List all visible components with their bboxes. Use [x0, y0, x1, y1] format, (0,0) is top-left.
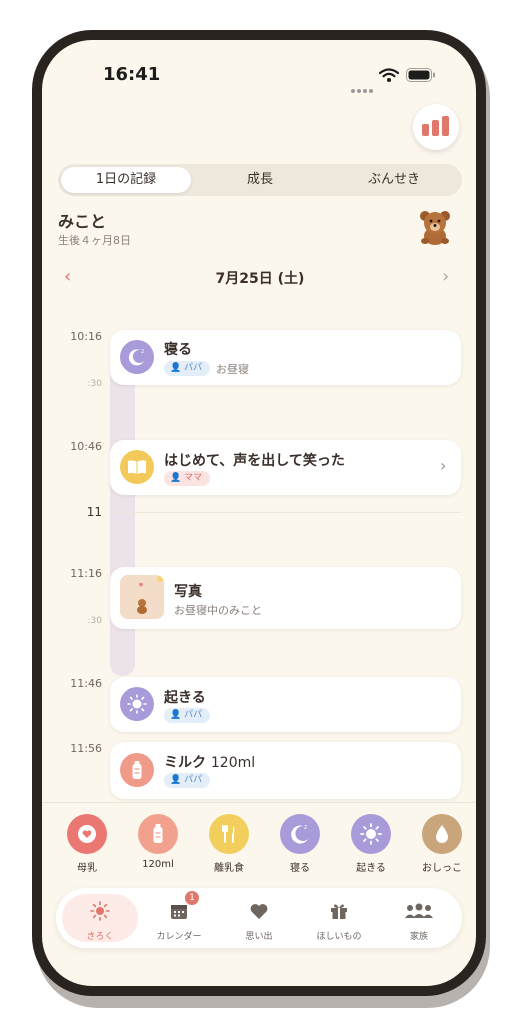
entry-title: 起きる — [164, 690, 206, 706]
tab-memories[interactable]: 思い出 — [223, 894, 295, 942]
quick-pee-button[interactable]: おしっこ — [412, 814, 472, 874]
svg-text:z: z — [304, 824, 307, 831]
segmented-control: 1日の記録 成長 ぶんせき — [58, 164, 462, 196]
timeline-entry-wake[interactable]: 起きる 👤 パパ — [110, 677, 461, 732]
stats-button[interactable] — [413, 104, 459, 150]
bear-avatar[interactable] — [416, 208, 454, 246]
person-icon: 👤 — [170, 473, 185, 483]
tag-papa: 👤 パパ — [164, 708, 211, 723]
quick-action-label: おしっこ — [422, 863, 462, 874]
person-icon: 👤 — [170, 710, 185, 720]
entry-title: はじめて、声を出して笑った — [164, 453, 345, 469]
tab-daily-log[interactable]: 1日の記録 — [61, 167, 191, 193]
heart-icon — [250, 904, 268, 919]
baby-name: みこと — [58, 212, 107, 231]
quick-action-label: 寝る — [290, 863, 310, 874]
heart-icon — [67, 814, 107, 854]
fork-knife-icon — [209, 814, 249, 854]
tab-label: ほしいもの — [316, 932, 362, 942]
timeline-entry-sleep[interactable]: z 寝る 👤 パパ お昼寝 — [110, 330, 461, 385]
quick-sleep-button[interactable]: z 寝る — [270, 814, 330, 874]
quick-actions-divider — [42, 802, 476, 803]
status-time: 16:41 — [103, 64, 161, 85]
quick-wake-button[interactable]: 起きる — [341, 814, 401, 874]
entry-title: ミルク 120ml — [164, 752, 255, 772]
time-label: :30 — [87, 616, 102, 626]
cellular-signal-icon — [351, 78, 375, 97]
bottom-tab-bar: きろく 1 カレンダー 思い出 ほしいもの 家族 — [56, 888, 462, 948]
quick-breastmilk-button[interactable]: 母乳 — [57, 814, 117, 874]
photo-thumbnail[interactable] — [120, 575, 164, 619]
time-label: :30 — [87, 379, 102, 389]
time-label: 10:46 — [70, 440, 102, 453]
quick-action-label: 120ml — [142, 859, 174, 870]
svg-text:z: z — [141, 348, 144, 355]
quick-baby-food-button[interactable]: 離乳食 — [199, 814, 259, 874]
prev-day-button[interactable]: ‹ — [64, 266, 71, 287]
timeline-entry-milestone[interactable]: はじめて、声を出して笑った 👤 ママ › — [110, 440, 461, 495]
tab-label: 思い出 — [245, 932, 273, 942]
current-date: 7月25日 (土) — [215, 271, 305, 287]
bottle-icon — [120, 753, 154, 787]
time-label: 11:16 — [70, 567, 102, 580]
timeline-entry-milk[interactable]: ミルク 120ml 👤 パパ — [110, 742, 461, 799]
chevron-right-icon: › — [440, 456, 447, 475]
droplet-icon — [422, 814, 462, 854]
tab-growth[interactable]: 成長 — [195, 167, 325, 193]
tag-label: パパ — [184, 775, 203, 785]
notification-badge: 1 — [185, 891, 199, 905]
person-icon: 👤 — [170, 775, 185, 785]
person-icon: 👤 — [170, 363, 185, 373]
entry-note: お昼寝 — [216, 363, 249, 376]
moon-icon: z — [280, 814, 320, 854]
tag-papa: 👤 パパ — [164, 773, 211, 788]
tag-label: パパ — [184, 363, 203, 373]
sun-icon — [351, 814, 391, 854]
app-screen: 16:41 1日の記録 成長 ぶんせき みこと 生後４ヶ月8日 ‹ 7月25日 … — [42, 40, 476, 986]
moon-icon: z — [120, 340, 154, 374]
tab-wishlist[interactable]: ほしいもの — [303, 894, 375, 942]
tab-label: きろく — [86, 932, 114, 942]
entry-title-text: ミルク — [164, 755, 206, 771]
baby-age: 生後４ヶ月8日 — [58, 234, 131, 247]
hour-divider — [110, 512, 461, 513]
quick-milk-button[interactable]: 120ml — [128, 814, 188, 870]
quick-action-label: 起きる — [356, 863, 386, 874]
tab-records[interactable]: きろく — [62, 894, 138, 942]
timeline-entry-photo[interactable]: 写真 お昼寝中のみこと — [110, 567, 461, 629]
tag-label: ママ — [184, 473, 203, 483]
tab-analysis[interactable]: ぶんせき — [329, 167, 459, 193]
tab-family[interactable]: 家族 — [383, 894, 455, 942]
bottle-icon — [138, 814, 178, 854]
sun-icon — [120, 687, 154, 721]
milk-amount: 120ml — [210, 755, 256, 771]
tab-label: カレンダー — [156, 932, 202, 942]
next-day-button[interactable]: › — [442, 266, 449, 287]
family-icon — [405, 903, 433, 918]
sun-icon — [90, 901, 110, 921]
tag-papa: 👤 パパ — [164, 361, 211, 376]
book-icon — [120, 450, 154, 484]
tag-mama: 👤 ママ — [164, 471, 211, 486]
quick-action-label: 母乳 — [77, 863, 97, 874]
entry-title: 写真 — [174, 584, 202, 600]
bar-chart-icon — [422, 116, 449, 136]
tab-calendar[interactable]: 1 カレンダー — [143, 891, 215, 942]
tab-label: 家族 — [409, 932, 428, 942]
tag-label: パパ — [184, 710, 203, 720]
battery-icon — [406, 68, 435, 82]
hour-label: 11 — [86, 505, 102, 519]
quick-action-label: 離乳食 — [214, 863, 244, 874]
gift-icon — [331, 904, 347, 919]
time-label: 11:56 — [70, 742, 102, 755]
entry-note: お昼寝中のみこと — [174, 604, 262, 617]
entry-title: 寝る — [164, 342, 192, 358]
time-label: 11:46 — [70, 677, 102, 690]
wifi-icon — [379, 68, 399, 82]
time-label: 10:16 — [70, 330, 102, 343]
